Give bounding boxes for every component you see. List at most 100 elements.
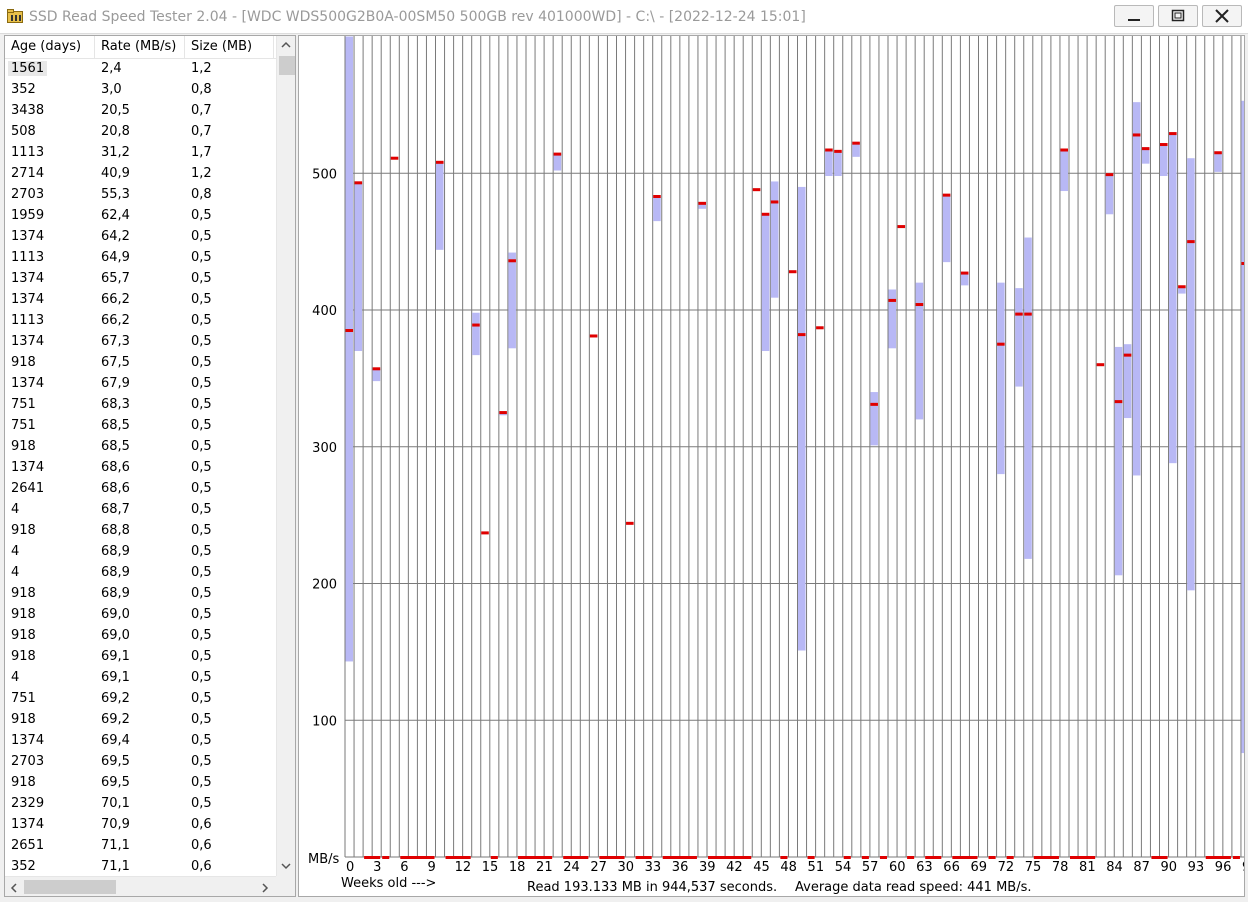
age-cell: 751 xyxy=(11,418,36,433)
list-item[interactable]: 918 69,1 0,5 xyxy=(5,647,276,668)
vertical-scrollbar[interactable] xyxy=(276,36,295,876)
list-item[interactable]: 918 67,5 0,5 xyxy=(5,353,276,374)
x-tick-label: 3 xyxy=(373,860,381,875)
list-item[interactable]: 1374 64,2 0,5 xyxy=(5,227,276,248)
rate-cell: 31,2 xyxy=(101,145,130,160)
column-divider[interactable] xyxy=(94,36,95,58)
column-header-rate[interactable]: Rate (MB/s) xyxy=(101,39,176,54)
list-item[interactable]: 2329 70,1 0,5 xyxy=(5,794,276,815)
rate-cell: 67,9 xyxy=(101,376,130,391)
list-item[interactable]: 1374 65,7 0,5 xyxy=(5,269,276,290)
age-cell: 918 xyxy=(11,712,36,727)
close-button[interactable] xyxy=(1202,5,1242,27)
list-item[interactable]: 1959 62,4 0,5 xyxy=(5,206,276,227)
size-cell: 0,8 xyxy=(191,82,212,97)
minimize-button[interactable] xyxy=(1114,5,1154,27)
age-cell: 4 xyxy=(11,502,20,517)
list-item[interactable]: 352 3,0 0,8 xyxy=(5,80,276,101)
horizontal-scrollbar[interactable] xyxy=(5,876,276,896)
list-body: 1561 2,4 1,2 352 3,0 0,8 3438 20,5 0,7 508 20,8 0,7… xyxy=(5,59,276,875)
speed-range-bar xyxy=(825,150,833,176)
list-item[interactable]: 751 68,5 0,5 xyxy=(5,416,276,437)
list-item[interactable]: 918 68,9 0,5 xyxy=(5,584,276,605)
size-cell: 0,5 xyxy=(191,481,212,496)
list-item[interactable]: 3438 20,5 0,7 xyxy=(5,101,276,122)
rate-cell: 68,8 xyxy=(101,523,130,538)
list-item[interactable]: 751 68,3 0,5 xyxy=(5,395,276,416)
average-speed-marker xyxy=(1178,285,1186,289)
column-header-size[interactable]: Size (MB) xyxy=(191,39,252,54)
average-speed-marker xyxy=(1187,240,1195,244)
baseline-marker xyxy=(1151,856,1168,859)
rate-cell: 68,9 xyxy=(101,544,130,559)
list-item[interactable]: 1374 67,9 0,5 xyxy=(5,374,276,395)
list-item[interactable]: 1374 67,3 0,5 xyxy=(5,332,276,353)
x-tick-label: 72 xyxy=(998,860,1015,875)
list-item[interactable]: 751 69,2 0,5 xyxy=(5,689,276,710)
age-cell: 2703 xyxy=(11,754,45,769)
speed-range-bar xyxy=(472,312,480,356)
list-item[interactable]: 1113 64,9 0,5 xyxy=(5,248,276,269)
list-item[interactable]: 4 69,1 0,5 xyxy=(5,668,276,689)
age-cell: 918 xyxy=(11,586,36,601)
list-item[interactable]: 1374 68,6 0,5 xyxy=(5,458,276,479)
average-speed-marker xyxy=(960,271,969,275)
scroll-right-icon[interactable] xyxy=(261,883,269,893)
size-cell: 0,5 xyxy=(191,670,212,685)
column-divider[interactable] xyxy=(273,36,274,58)
list-item[interactable]: 918 69,0 0,5 xyxy=(5,605,276,626)
list-item[interactable]: 1374 69,4 0,5 xyxy=(5,731,276,752)
list-item[interactable]: 4 68,9 0,5 xyxy=(5,563,276,584)
list-item[interactable]: 918 68,8 0,5 xyxy=(5,521,276,542)
rate-cell: 69,2 xyxy=(101,691,130,706)
age-cell: 918 xyxy=(11,523,36,538)
list-item[interactable]: 1113 31,2 1,7 xyxy=(5,143,276,164)
list-item[interactable]: 2703 55,3 0,8 xyxy=(5,185,276,206)
list-item[interactable]: 2703 69,5 0,5 xyxy=(5,752,276,773)
size-cell: 0,5 xyxy=(191,586,212,601)
baseline-marker xyxy=(988,856,996,859)
average-speed-marker xyxy=(825,148,833,152)
speed-range-bar xyxy=(1015,288,1023,387)
list-item[interactable]: 4 68,7 0,5 xyxy=(5,500,276,521)
size-cell: 0,6 xyxy=(191,859,212,874)
list-item[interactable]: 508 20,8 0,7 xyxy=(5,122,276,143)
list-item[interactable]: 918 69,2 0,5 xyxy=(5,710,276,731)
vertical-scroll-thumb[interactable] xyxy=(279,56,295,75)
scroll-left-icon[interactable] xyxy=(10,883,18,893)
baseline-marker xyxy=(599,856,625,859)
list-item[interactable]: 918 69,5 0,5 xyxy=(5,773,276,794)
size-cell: 0,5 xyxy=(191,313,212,328)
age-cell: 2714 xyxy=(11,166,45,181)
speed-range-bar xyxy=(1169,132,1177,464)
speed-range-bar xyxy=(942,195,951,263)
column-divider[interactable] xyxy=(184,36,185,58)
list-item[interactable]: 1374 66,2 0,5 xyxy=(5,290,276,311)
average-speed-marker xyxy=(1214,151,1222,155)
x-tick-label: 18 xyxy=(509,860,526,875)
speed-range-bar xyxy=(345,36,354,662)
maximize-button[interactable] xyxy=(1158,5,1198,27)
age-cell: 918 xyxy=(11,649,36,664)
baseline-marker xyxy=(952,856,978,859)
list-header: Age (days) Rate (MB/s) Size (MB) xyxy=(5,36,276,59)
scroll-down-icon[interactable] xyxy=(281,862,291,870)
list-item[interactable]: 1561 2,4 1,2 xyxy=(5,59,276,80)
list-item[interactable]: 1113 66,2 0,5 xyxy=(5,311,276,332)
read-status-text: Read 193.133 MB in 944,537 seconds. xyxy=(527,880,777,895)
list-item[interactable]: 352 71,1 0,6 xyxy=(5,857,276,875)
age-cell: 1374 xyxy=(11,817,45,832)
list-item[interactable]: 2641 68,6 0,5 xyxy=(5,479,276,500)
list-item[interactable]: 4 68,9 0,5 xyxy=(5,542,276,563)
list-item[interactable]: 918 69,0 0,5 xyxy=(5,626,276,647)
list-item[interactable]: 918 68,5 0,5 xyxy=(5,437,276,458)
age-cell: 1113 xyxy=(11,250,45,265)
column-header-age[interactable]: Age (days) xyxy=(11,39,81,54)
list-item[interactable]: 1374 70,9 0,6 xyxy=(5,815,276,836)
results-list[interactable]: Age (days) Rate (MB/s) Size (MB) 1561 2,4… xyxy=(4,35,296,897)
horizontal-scroll-thumb[interactable] xyxy=(24,880,116,894)
speed-range-bar xyxy=(852,143,860,157)
list-item[interactable]: 2714 40,9 1,2 xyxy=(5,164,276,185)
scroll-up-icon[interactable] xyxy=(281,41,291,49)
list-item[interactable]: 2651 71,1 0,6 xyxy=(5,836,276,857)
